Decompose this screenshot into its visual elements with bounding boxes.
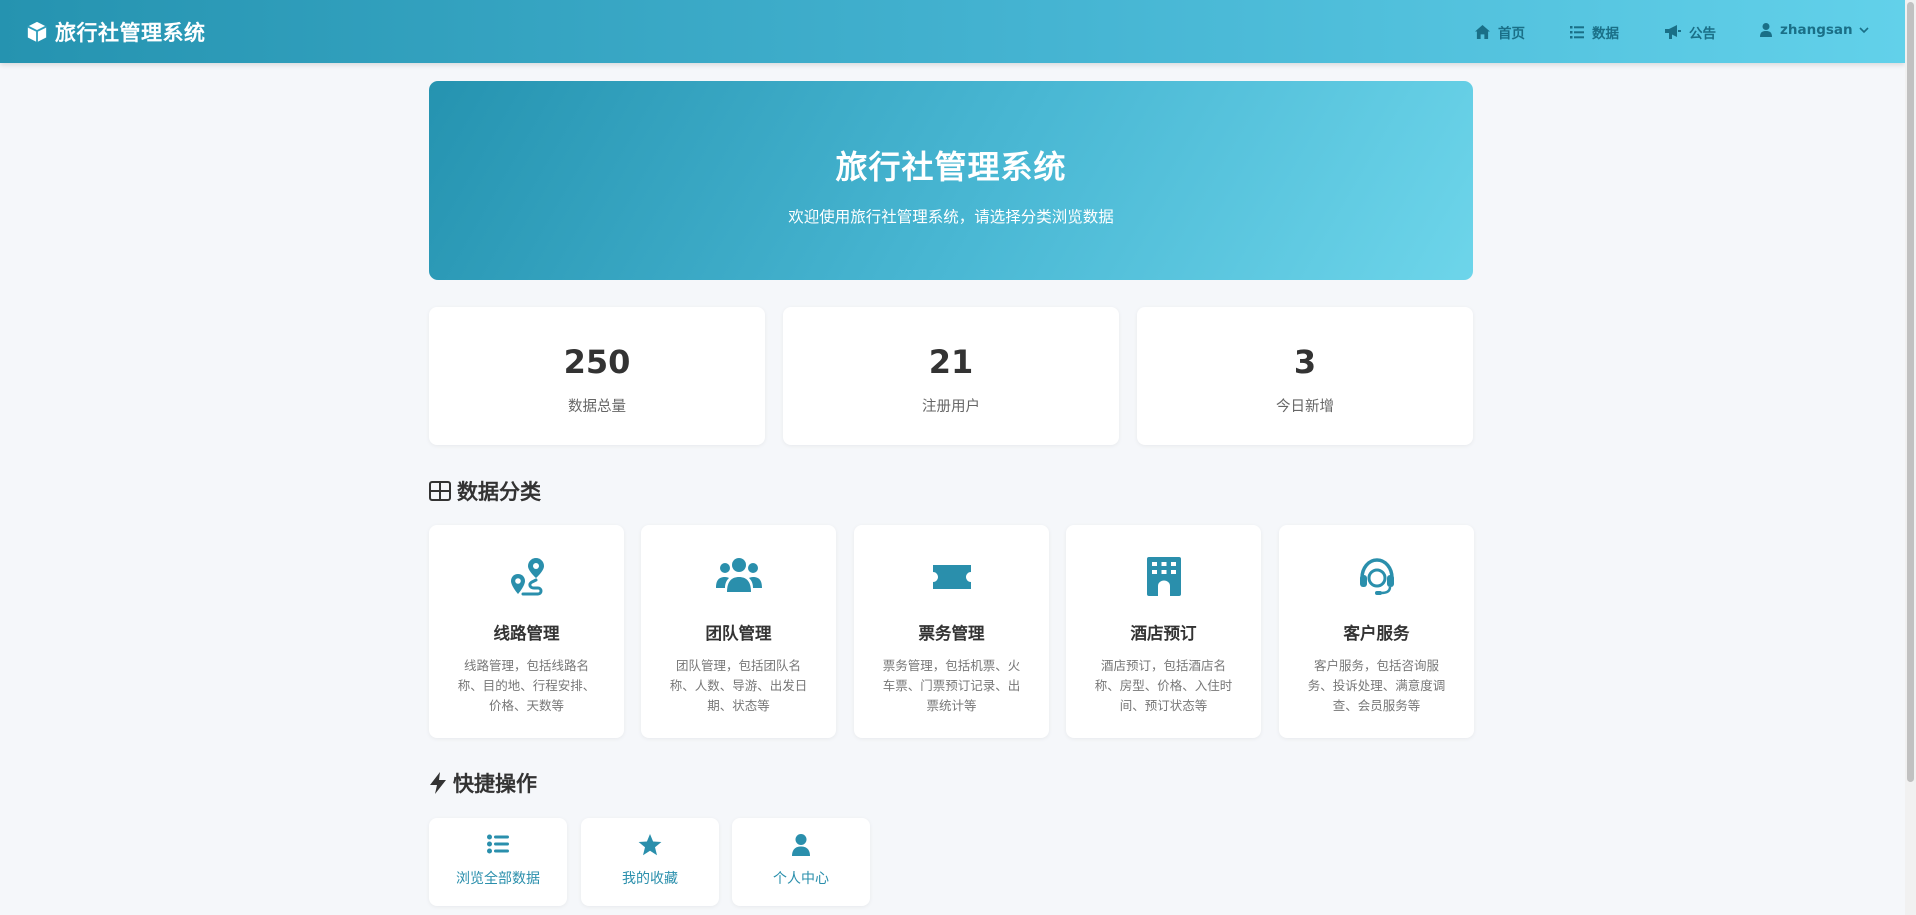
categories-heading-label: 数据分类 — [457, 480, 541, 504]
category-desc: 线路管理，包括线路名称、目的地、行程安排、价格、天数等 — [457, 658, 596, 713]
bolt-icon — [430, 772, 446, 794]
megaphone-icon — [1665, 25, 1681, 39]
stat-card-users: 21 注册用户 — [783, 307, 1119, 445]
quick-label: 我的收藏 — [622, 871, 678, 887]
category-title: 票务管理 — [918, 624, 985, 643]
stat-card-total: 250 数据总量 — [429, 307, 765, 445]
category-title: 线路管理 — [493, 624, 560, 643]
star-icon — [638, 834, 662, 856]
user-icon — [1760, 23, 1772, 37]
category-title: 酒店预订 — [1130, 624, 1197, 643]
quick-browse-all[interactable]: 浏览全部数据 — [429, 818, 567, 906]
category-desc: 团队管理，包括团队名称、人数、导游、出发日期、状态等 — [669, 658, 808, 713]
list-icon — [487, 834, 509, 854]
quick-actions-heading-label: 快捷操作 — [453, 772, 537, 796]
route-icon — [510, 558, 544, 596]
categories-heading: 数据分类 — [429, 476, 541, 506]
nav-data-label: 数据 — [1592, 26, 1619, 42]
stat-label: 今日新增 — [1276, 399, 1334, 415]
users-icon — [715, 558, 762, 592]
ticket-icon — [932, 565, 971, 589]
nav-notice-label: 公告 — [1689, 26, 1716, 42]
hero-title: 旅行社管理系统 — [835, 148, 1067, 186]
grid-icon — [429, 481, 451, 501]
quick-label: 浏览全部数据 — [456, 871, 540, 887]
user-menu[interactable]: zhangsan — [1760, 22, 1877, 38]
stat-value: 3 — [1293, 343, 1317, 381]
hotel-icon — [1146, 557, 1181, 596]
category-card-hotel[interactable]: 酒店预订 酒店预订，包括酒店名称、房型、价格、入住时间、预订状态等 — [1066, 525, 1261, 738]
category-desc: 客户服务，包括咨询服务、投诉处理、满意度调查、会员服务等 — [1307, 658, 1446, 713]
quick-label: 个人中心 — [773, 871, 829, 887]
brand-title: 旅行社管理系统 — [55, 21, 206, 45]
nav-notice[interactable]: 公告 — [1665, 22, 1716, 42]
category-card-routes[interactable]: 线路管理 线路管理，包括线路名称、目的地、行程安排、价格、天数等 — [429, 525, 624, 738]
quick-actions-heading: 快捷操作 — [429, 768, 537, 798]
category-desc: 票务管理，包括机票、火车票、门票预订记录、出票统计等 — [882, 658, 1021, 713]
category-desc: 酒店预订，包括酒店名称、房型、价格、入住时间、预订状态等 — [1094, 658, 1233, 713]
hero-banner: 旅行社管理系统 欢迎使用旅行社管理系统，请选择分类浏览数据 — [429, 81, 1473, 280]
top-navbar: 旅行社管理系统 首页 数据 公告 zhangsan — [0, 0, 1905, 63]
home-icon — [1475, 25, 1490, 39]
headset-icon — [1359, 558, 1394, 595]
stat-value: 250 — [563, 343, 631, 381]
scrollbar-thumb[interactable] — [1907, 2, 1914, 782]
brand[interactable]: 旅行社管理系统 — [26, 17, 206, 47]
stat-label: 数据总量 — [568, 399, 626, 415]
nav-home[interactable]: 首页 — [1475, 22, 1525, 42]
nav-data[interactable]: 数据 — [1570, 22, 1619, 42]
username: zhangsan — [1780, 22, 1853, 38]
hero-subtitle: 欢迎使用旅行社管理系统，请选择分类浏览数据 — [788, 208, 1114, 226]
stat-value: 21 — [928, 343, 974, 381]
chevron-down-icon — [1859, 26, 1869, 33]
user-icon — [792, 834, 810, 856]
category-card-teams[interactable]: 团队管理 团队管理，包括团队名称、人数、导游、出发日期、状态等 — [641, 525, 836, 738]
category-card-service[interactable]: 客户服务 客户服务，包括咨询服务、投诉处理、满意度调查、会员服务等 — [1279, 525, 1474, 738]
stat-card-today: 3 今日新增 — [1137, 307, 1473, 445]
category-title: 团队管理 — [705, 624, 772, 643]
list-icon — [1570, 25, 1584, 38]
category-title: 客户服务 — [1343, 624, 1410, 643]
quick-profile[interactable]: 个人中心 — [732, 818, 870, 906]
stat-label: 注册用户 — [922, 399, 980, 415]
cube-icon — [27, 21, 47, 43]
nav-home-label: 首页 — [1498, 26, 1525, 42]
category-card-tickets[interactable]: 票务管理 票务管理，包括机票、火车票、门票预订记录、出票统计等 — [854, 525, 1049, 738]
quick-favorites[interactable]: 我的收藏 — [581, 818, 719, 906]
scrollbar[interactable] — [1905, 0, 1916, 915]
